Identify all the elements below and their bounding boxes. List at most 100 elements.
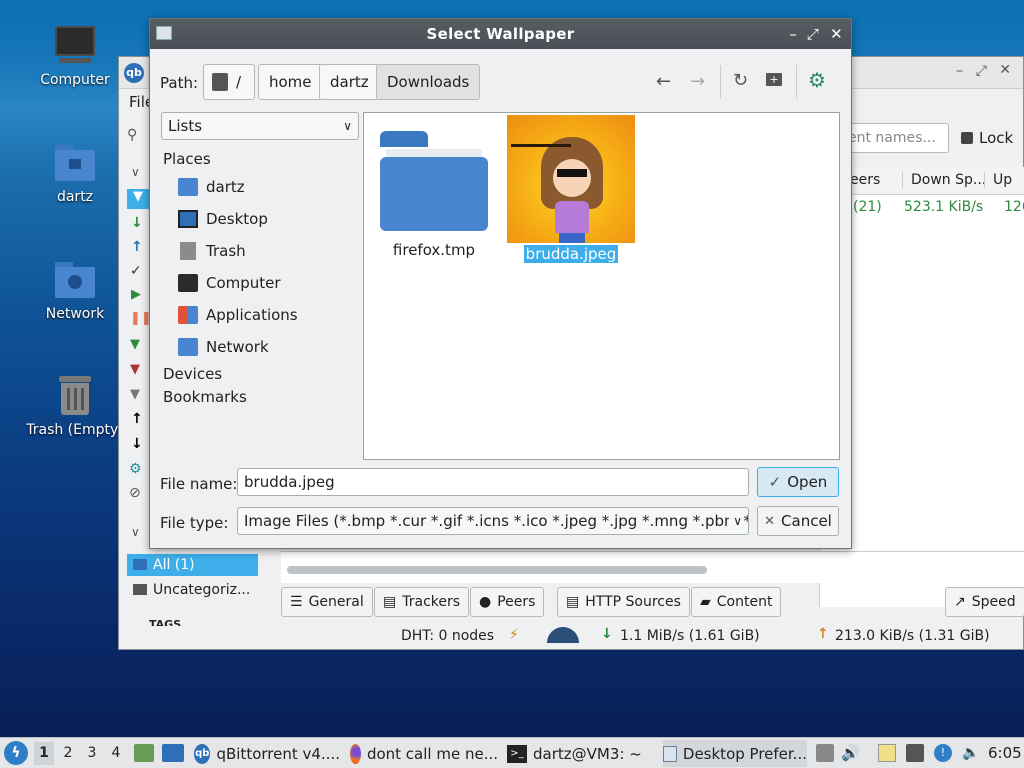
new-folder-icon[interactable]: + [766, 73, 782, 86]
clipboard-icon[interactable] [878, 744, 896, 762]
desktop-icon-network[interactable]: Network [25, 258, 125, 322]
clipboard-tray-icon[interactable] [816, 744, 834, 762]
cell-down-speed: 523.1 KiB/s [904, 199, 984, 215]
maximize-icon[interactable]: ⤢ [976, 63, 987, 79]
place-dartz[interactable]: dartz [178, 178, 245, 196]
chevron-down-icon[interactable]: ∨ [131, 525, 140, 539]
file-name-label: File name: [160, 475, 238, 493]
task-desktop-preferences[interactable]: Desktop Prefer... [663, 740, 807, 767]
category-uncategorized[interactable]: Uncategoriz... [127, 579, 258, 601]
start-menu-button[interactable]: ϟ [4, 741, 28, 765]
column-peers[interactable]: eers [850, 172, 880, 188]
select-wallpaper-dialog: Select Wallpaper – ⤢ ✕ Path: / home dart… [149, 18, 852, 549]
trash-icon [53, 374, 97, 418]
dialog-titlebar: Select Wallpaper – ⤢ ✕ [150, 19, 851, 49]
category-all[interactable]: All (1) [127, 554, 258, 576]
path-home-button[interactable]: home [258, 64, 323, 100]
forward-icon[interactable]: → [690, 71, 705, 92]
file-name-input[interactable]: brudda.jpeg [237, 468, 749, 496]
status-filter-all-icon[interactable]: ▼ [127, 189, 149, 209]
speed-limit-icon[interactable] [547, 627, 579, 643]
stalled-icon[interactable]: ▼ [130, 387, 140, 402]
column-up[interactable]: Up [984, 172, 1012, 188]
volume-icon[interactable]: 🔊 [841, 744, 860, 762]
seeding-icon[interactable]: ↑ [131, 239, 143, 255]
tab-general[interactable]: ☰ General [281, 587, 373, 617]
torrent-search-input[interactable]: ent names... [841, 123, 949, 153]
task-terminal[interactable]: >_ dartz@VM3: ~ [507, 740, 651, 767]
file-item-image[interactable]: brudda.jpeg [506, 115, 636, 263]
file-item-folder[interactable]: firefox.tmp [374, 127, 494, 259]
file-type-label: File type: [160, 514, 229, 532]
desktop-icon-home[interactable]: dartz [25, 141, 125, 205]
place-network[interactable]: Network [178, 338, 269, 356]
close-icon[interactable]: ✕ [999, 62, 1011, 78]
speed-button[interactable]: ↗ Speed [945, 587, 1024, 617]
place-trash[interactable]: Trash [178, 242, 246, 260]
tab-content[interactable]: ▰ Content [691, 587, 782, 617]
show-desktop-icon[interactable] [162, 744, 184, 762]
server-icon: ▤ [566, 594, 580, 610]
place-desktop[interactable]: Desktop [178, 210, 268, 228]
task-qbittorrent[interactable]: qb qBittorrent v4.... [194, 740, 340, 767]
errored-icon[interactable]: ⊘ [129, 485, 141, 501]
check-icon: ✓ [768, 473, 782, 491]
reload-icon[interactable]: ↻ [733, 70, 748, 91]
chevron-down-icon[interactable]: ∨ [131, 165, 140, 179]
workspace-3[interactable]: 3 [82, 742, 102, 765]
path-downloads-button[interactable]: Downloads [376, 64, 481, 100]
lock-button[interactable]: Lock [961, 129, 1013, 147]
workspace-1[interactable]: 1 [34, 742, 54, 765]
path-label: Path: [160, 74, 199, 92]
view-mode-select[interactable]: Lists ∨ [161, 112, 359, 140]
desktop-icon-label: Trash (Empty) [26, 422, 124, 438]
back-icon[interactable]: ← [656, 71, 671, 92]
horizontal-scrollbar[interactable] [287, 566, 707, 574]
desktop-icon-trash[interactable]: Trash (Empty) [25, 374, 125, 438]
desktop-icon-computer[interactable]: Computer [25, 24, 125, 88]
completed-icon[interactable]: ✓ [130, 263, 142, 279]
window-icon [663, 745, 677, 762]
workspace-4[interactable]: 4 [106, 742, 126, 765]
notification-icon[interactable]: ! [934, 744, 952, 762]
file-manager-launcher-icon[interactable] [134, 744, 154, 762]
cell-peers: (21) [853, 199, 882, 215]
path-dartz-button[interactable]: dartz [319, 64, 380, 100]
tab-trackers[interactable]: ▤ Trackers [374, 587, 470, 617]
battery-icon[interactable]: 🔈 [962, 744, 980, 762]
server-icon: ▤ [383, 594, 397, 610]
active-icon[interactable]: ▼ [130, 337, 140, 352]
place-applications[interactable]: Applications [178, 306, 298, 324]
clock[interactable]: 6:05 [988, 744, 1022, 762]
settings-icon[interactable]: ⚙ [808, 68, 826, 92]
close-icon[interactable]: ✕ [830, 19, 843, 49]
download-speed-status[interactable]: 1.1 MiB/s (1.61 GiB) [620, 628, 760, 644]
task-firefox[interactable]: dont call me ne... [350, 740, 498, 767]
dht-status: DHT: 0 nodes [401, 628, 495, 644]
tab-peers[interactable]: ● Peers [470, 587, 545, 617]
inactive-icon[interactable]: ▼ [130, 362, 140, 377]
upload-speed-status[interactable]: 213.0 KiB/s (1.31 GiB) [835, 628, 990, 644]
network-tray-icon[interactable] [906, 744, 924, 762]
workspace-2[interactable]: 2 [58, 742, 78, 765]
minimize-icon[interactable]: – [789, 19, 797, 49]
checking-icon[interactable]: ⚙ [129, 461, 142, 477]
filter-icon[interactable]: ⚲ [127, 127, 147, 145]
column-down-speed[interactable]: Down Sp... [902, 172, 986, 188]
cancel-button[interactable]: ✕ Cancel [757, 506, 839, 536]
path-root-button[interactable]: / [203, 64, 255, 100]
place-computer[interactable]: Computer [178, 274, 281, 292]
minimize-icon[interactable]: – [956, 63, 963, 79]
image-thumbnail [507, 115, 635, 243]
qbittorrent-logo-icon: qb [194, 743, 211, 764]
open-button[interactable]: ✓ Open [757, 467, 839, 497]
stalled-downloading-icon[interactable]: ↓ [131, 436, 143, 452]
maximize-icon[interactable]: ⤢ [807, 19, 819, 49]
desktop-icon-label: Computer [40, 72, 110, 88]
folder-icon [133, 559, 147, 570]
resumed-icon[interactable]: ▶ [131, 287, 141, 302]
downloading-icon[interactable]: ↓ [131, 215, 143, 231]
file-type-select[interactable]: Image Files (*.bmp *.cur *.gif *.icns *.… [237, 507, 749, 535]
tab-http-sources[interactable]: ▤ HTTP Sources [557, 587, 690, 617]
stalled-uploading-icon[interactable]: ↑ [131, 411, 143, 427]
